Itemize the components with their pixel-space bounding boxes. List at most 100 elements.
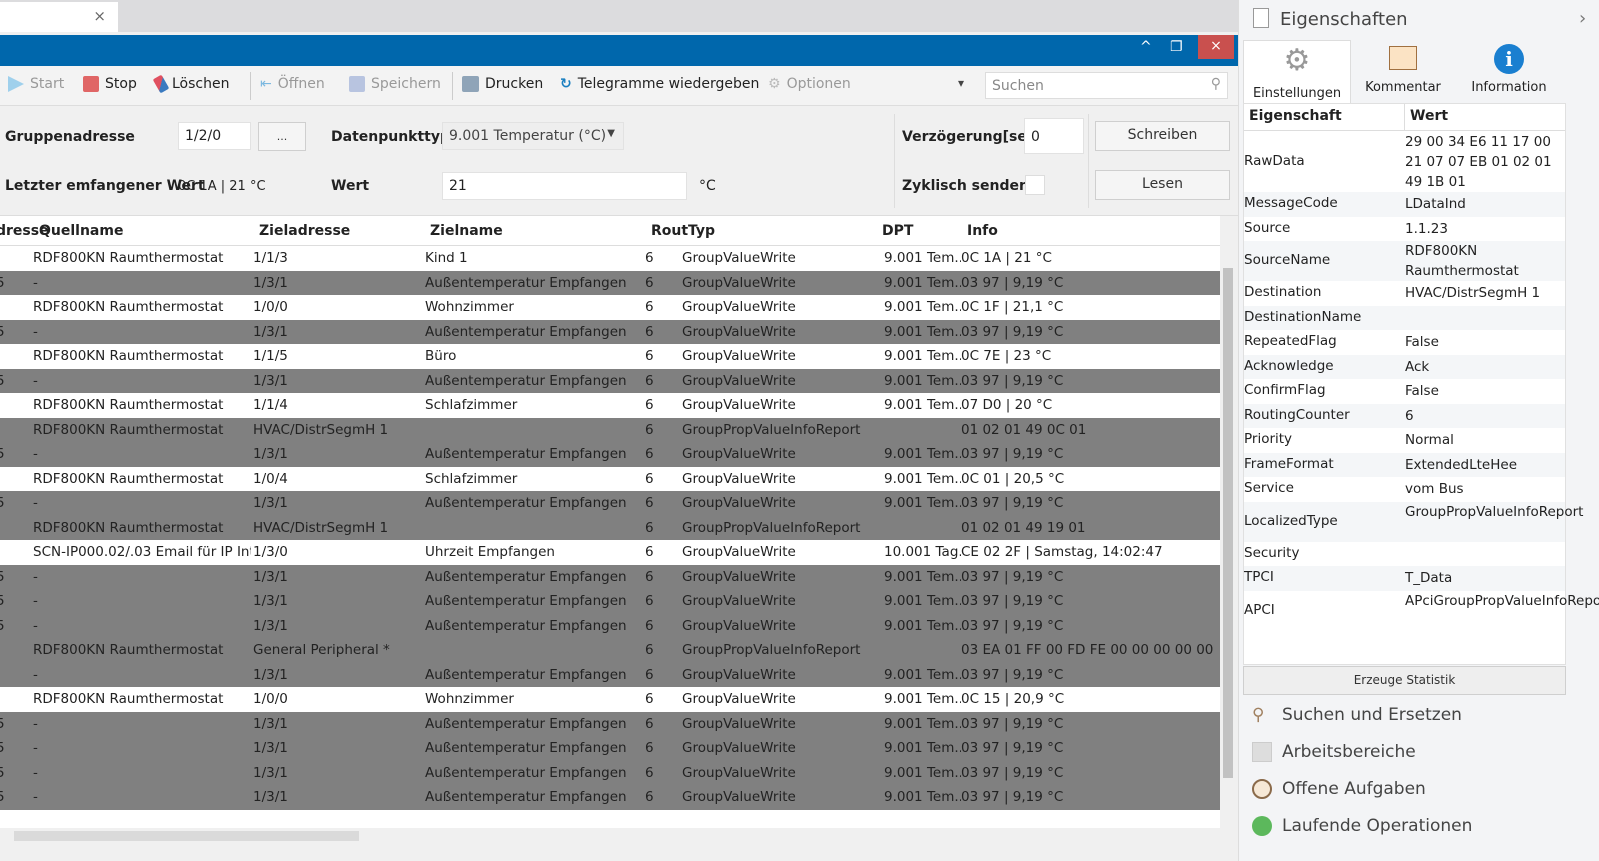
scrollbar-thumb[interactable]: [14, 831, 359, 841]
cell-destination: 1/3/1: [253, 568, 288, 585]
generate-statistics-button[interactable]: Erzeuge Statistik: [1243, 666, 1566, 695]
table-row[interactable]: 5 - 1/3/1 Außentemperatur Empfangen 6 GroupVa…: [0, 711, 1220, 736]
column-header-source-name[interactable]: Quellname: [39, 223, 123, 239]
browse-button[interactable]: ...: [258, 122, 306, 151]
cell-routing: 6: [645, 568, 654, 585]
property-row[interactable]: Acknowledge Ack: [1244, 354, 1565, 379]
tab-information[interactable]: i Information: [1455, 40, 1563, 98]
property-value: APciGroupPropValueInfoReport: [1405, 592, 1599, 609]
table-row[interactable]: 5 - 1/3/1 Außentemperatur Empfangen 6 GroupVa…: [0, 785, 1220, 810]
table-row[interactable]: RDF800KN Raumthermostat General Periphera…: [0, 638, 1220, 663]
stop-button[interactable]: Stop: [83, 76, 137, 92]
property-row[interactable]: RoutingCounter 6: [1244, 403, 1565, 428]
table-row[interactable]: RDF800KN Raumthermostat 1/0/0 Wohnzimmer 6 G…: [0, 687, 1220, 712]
cell-destination: 1/3/1: [253, 372, 288, 389]
open-button[interactable]: ⇤ Öffnen: [260, 76, 325, 92]
table-row[interactable]: 5 - 1/3/1 Außentemperatur Empfangen 6 GroupVa…: [0, 442, 1220, 467]
options-button[interactable]: ⚙ Optionen: [768, 76, 851, 92]
table-row[interactable]: RDF800KN Raumthermostat 1/1/4 Schlafzimmer…: [0, 393, 1220, 418]
table-row[interactable]: RDF800KN Raumthermostat 1/0/4 Schlafzimmer…: [0, 467, 1220, 492]
value-input[interactable]: 21: [442, 172, 687, 200]
property-row[interactable]: TPCI T_Data: [1244, 566, 1565, 591]
delay-input[interactable]: 0: [1024, 118, 1084, 154]
property-row[interactable]: Security: [1244, 541, 1565, 566]
close-window-button[interactable]: ×: [1198, 35, 1234, 59]
property-row[interactable]: MessageCode LDataInd: [1244, 192, 1565, 217]
property-row[interactable]: SourceName RDF800KN Raumthermostat: [1244, 241, 1565, 281]
dock-workspaces[interactable]: Arbeitsbereiche: [1252, 742, 1416, 762]
table-row[interactable]: - 1/3/1 Außentemperatur Empfangen 6 GroupVal…: [0, 662, 1220, 687]
start-button[interactable]: Start: [8, 76, 64, 92]
write-button[interactable]: Schreiben: [1095, 121, 1230, 151]
table-row[interactable]: SCN-IP000.02/.03 Email für IP Int... 1/3/…: [0, 540, 1220, 565]
table-row[interactable]: 5 - 1/3/1 Außentemperatur Empfangen 6 GroupVa…: [0, 613, 1220, 638]
dock-open-tasks[interactable]: Offene Aufgaben: [1252, 779, 1426, 799]
tab-comment[interactable]: Kommentar: [1349, 40, 1457, 98]
document-tab[interactable]: ×: [0, 2, 118, 32]
table-row[interactable]: 5 - 1/3/1 Außentemperatur Empfangen 6 GroupVa…: [0, 270, 1220, 295]
cell-routing: 6: [645, 495, 654, 511]
tab-settings[interactable]: ⚙ Einstellungen: [1243, 40, 1351, 104]
property-row[interactable]: Destination HVAC/DistrSegmH 1: [1244, 281, 1565, 306]
property-row[interactable]: Priority Normal: [1244, 428, 1565, 453]
table-row[interactable]: RDF800KN Raumthermostat 1/0/0 Wohnzimmer 6 G…: [0, 295, 1220, 320]
table-row[interactable]: 5 - 1/3/1 Außentemperatur Empfangen 6 GroupVa…: [0, 368, 1220, 393]
dock-running-operations[interactable]: Laufende Operationen: [1252, 816, 1472, 836]
table-row[interactable]: RDF800KN Raumthermostat HVAC/DistrSegmH 1…: [0, 417, 1220, 442]
column-header-destination[interactable]: Zieladresse: [259, 223, 350, 239]
cyclic-checkbox[interactable]: [1025, 175, 1045, 195]
table-row[interactable]: RDF800KN Raumthermostat 1/1/3 Kind 1 6 Group…: [0, 246, 1220, 271]
vertical-scrollbar[interactable]: [1220, 246, 1236, 828]
dpt-select[interactable]: 9.001 Temperatur (°C) ▼: [442, 122, 624, 150]
property-row[interactable]: APCI APciGroupPropValueInfoReport: [1244, 590, 1599, 631]
print-button[interactable]: Drucken: [462, 76, 543, 92]
cell-destination-name: Außentemperatur Empfangen: [425, 617, 627, 634]
save-button[interactable]: Speichern: [349, 76, 441, 92]
search-input[interactable]: Suchen ⚲: [985, 72, 1228, 99]
close-tab-icon[interactable]: ×: [93, 7, 106, 25]
cell-routing: 6: [645, 421, 654, 438]
cell-address: 5: [0, 323, 5, 340]
expand-icon[interactable]: ›: [1579, 8, 1586, 29]
table-row[interactable]: RDF800KN Raumthermostat 1/1/5 Büro 6 GroupVa…: [0, 344, 1220, 369]
table-row[interactable]: 5 - 1/3/1 Außentemperatur Empfangen 6 GroupVa…: [0, 491, 1220, 516]
column-header-dpt[interactable]: DPT: [882, 223, 913, 239]
group-address-input[interactable]: 1/2/0: [178, 122, 251, 150]
table-row[interactable]: 5 - 1/3/1 Außentemperatur Empfangen 6 GroupVa…: [0, 760, 1220, 785]
toolbar-overflow-dropdown[interactable]: ▾: [958, 76, 964, 90]
property-row[interactable]: FrameFormat ExtendedLteHee: [1244, 452, 1565, 477]
property-row[interactable]: Service vom Bus: [1244, 477, 1565, 502]
cell-type: GroupValueWrite: [682, 372, 796, 389]
property-name: Acknowledge: [1244, 357, 1334, 374]
dock-search-replace[interactable]: ⚲ Suchen und Ersetzen: [1252, 705, 1462, 725]
table-row[interactable]: 5 - 1/3/1 Außentemperatur Empfangen 6 GroupVa…: [0, 319, 1220, 344]
read-button[interactable]: Lesen: [1095, 170, 1230, 200]
property-row[interactable]: DestinationName: [1244, 305, 1565, 330]
horizontal-scrollbar[interactable]: [0, 828, 1220, 844]
clear-button[interactable]: Löschen: [152, 74, 229, 94]
restore-icon[interactable]: ❐: [1170, 39, 1183, 55]
table-row[interactable]: 5 - 1/3/1 Außentemperatur Empfangen 6 GroupVa…: [0, 564, 1220, 589]
last-value-label: Letzter emfangener Wert: [5, 178, 205, 194]
collapse-icon[interactable]: ^: [1140, 39, 1152, 55]
table-row[interactable]: 5 - 1/3/1 Außentemperatur Empfangen 6 GroupVa…: [0, 589, 1220, 614]
cell-destination-name: Außentemperatur Empfangen: [425, 568, 627, 585]
cell-info: 01 02 01 49 19 01: [961, 519, 1086, 536]
property-row[interactable]: Source 1.1.23: [1244, 216, 1565, 241]
property-row[interactable]: RepeatedFlag False: [1244, 330, 1565, 355]
replay-telegrams-button[interactable]: ↻ Telegramme wiedergeben: [560, 76, 759, 92]
cell-destination: 1/3/1: [253, 495, 288, 511]
property-row[interactable]: LocalizedType GroupPropValueInfoReport: [1244, 501, 1583, 542]
column-header-type[interactable]: Typ: [688, 223, 715, 239]
column-header-routing[interactable]: Rout: [651, 223, 688, 239]
scrollbar-thumb[interactable]: [1223, 268, 1233, 778]
table-row[interactable]: RDF800KN Raumthermostat HVAC/DistrSegmH 1…: [0, 515, 1220, 540]
column-header-destination-name[interactable]: Zielname: [430, 223, 503, 239]
cell-destination: 1/1/3: [253, 250, 288, 266]
column-header-info[interactable]: Info: [967, 223, 998, 239]
cell-type: GroupValueWrite: [682, 789, 796, 805]
property-row[interactable]: RawData 29 00 34 E6 11 17 00 21 07 07 EB …: [1244, 132, 1565, 192]
cell-address: 5: [0, 789, 5, 805]
property-row[interactable]: ConfirmFlag False: [1244, 379, 1565, 404]
table-row[interactable]: 5 - 1/3/1 Außentemperatur Empfangen 6 GroupVa…: [0, 736, 1220, 761]
